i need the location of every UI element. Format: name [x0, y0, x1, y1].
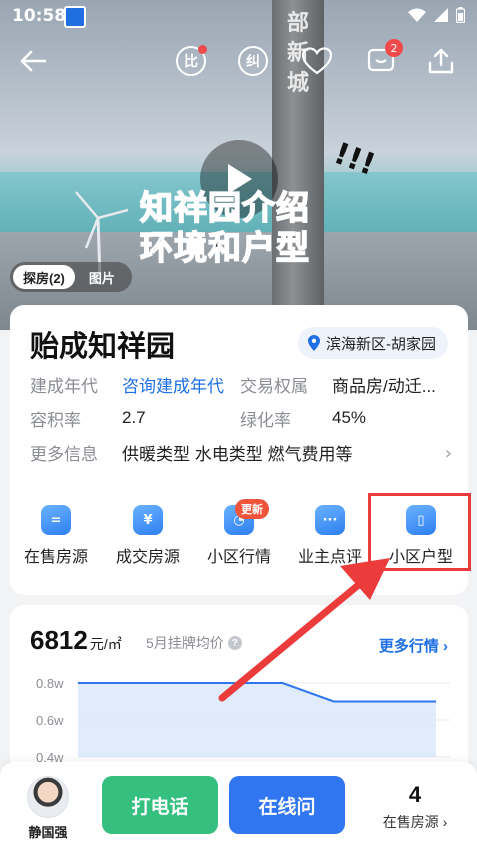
prop-value-ownership: 商品房/动迁...	[332, 376, 436, 396]
cellular-signal-icon	[434, 8, 448, 22]
estate-name: 贻成知祥园	[30, 331, 176, 363]
page: 部新城 !!! 知祥园介绍 环境和户型 探房(2) 图片 10:58 比 纠 2…	[0, 0, 477, 849]
more-market-label: 更多行情	[378, 638, 439, 655]
media-tabs: 探房(2) 图片	[10, 262, 132, 292]
top-nav: 比 纠 2	[0, 39, 477, 84]
price-unit: 元/㎡	[89, 636, 122, 652]
price-main: 6812 元/㎡	[30, 625, 122, 656]
video-title: 知祥园介绍 环境和户型	[139, 187, 340, 268]
feature-label: 业主点评	[297, 549, 362, 566]
location-chip[interactable]: 滨海新区-胡家园	[298, 327, 448, 359]
feature-label: 小区行情	[206, 549, 271, 566]
share-button[interactable]	[422, 42, 460, 80]
agent-name: 静国强	[28, 825, 68, 840]
status-time: 10:58	[12, 6, 67, 26]
price-value: 6812	[30, 625, 88, 655]
feature-label: 成交房源	[115, 549, 180, 566]
share-icon	[428, 48, 454, 74]
chevron-right-icon: ›	[443, 638, 448, 655]
location-text: 滨海新区-胡家园	[326, 335, 436, 353]
more-market-link[interactable]: 更多行情 ›	[379, 635, 448, 656]
prop-value-plot-ratio: 2.7	[122, 408, 146, 427]
prop-label-green-ratio: 绿化率	[240, 410, 291, 430]
message-button[interactable]: 2	[362, 39, 403, 80]
feature-reviews[interactable]: ··· 业主点评	[284, 505, 376, 567]
agent-profile[interactable]: 静国强	[18, 776, 78, 841]
heart-icon	[302, 47, 332, 75]
wifi-icon	[408, 8, 426, 22]
on-sale-label-text: 在售房源	[382, 814, 439, 830]
message-badge: 2	[385, 39, 403, 57]
on-sale-count[interactable]: 4 在售房源 ›	[372, 782, 458, 832]
back-arrow-icon	[20, 50, 46, 72]
feature-on-sale[interactable]: = 在售房源	[10, 505, 102, 567]
video-title-line2: 环境和户型	[139, 227, 310, 268]
prop-label-year: 建成年代	[30, 376, 98, 396]
feature-label: 在售房源	[23, 549, 88, 566]
tab-tour[interactable]: 探房(2)	[13, 265, 75, 289]
chevron-right-icon: ›	[442, 814, 448, 830]
listing-icon: =	[41, 505, 71, 535]
chart-area	[78, 683, 436, 757]
prop-row-ratio: 容积率 2.7 绿化率 45%	[30, 405, 366, 431]
house-app-icon	[64, 6, 86, 28]
y-tick-label: 0.6w	[36, 713, 64, 728]
avatar	[27, 776, 69, 818]
prop-label-more: 更多信息	[30, 444, 98, 464]
deal-icon: ¥	[133, 505, 163, 535]
video-title-line1: 知祥园介绍	[139, 187, 310, 228]
price-chart: 0.8w0.6w0.4w	[36, 676, 450, 765]
location-pin-icon	[308, 335, 320, 351]
feature-market[interactable]: ◔ 更新 小区行情	[193, 499, 285, 567]
feature-deals[interactable]: ¥ 成交房源	[102, 505, 194, 567]
prop-value-more: 供暖类型 水电类型 燃气费用等	[122, 444, 353, 464]
battery-icon	[456, 7, 465, 23]
prop-label-plot-ratio: 容积率	[30, 410, 81, 430]
online-ask-button[interactable]: 在线问	[229, 776, 345, 834]
call-button[interactable]: 打电话	[102, 776, 218, 834]
correct-icon: 纠	[238, 46, 268, 76]
price-desc-text: 5月挂牌均价	[146, 635, 224, 651]
prop-label-ownership: 交易权属	[240, 376, 308, 396]
price-description: 5月挂牌均价 ?	[146, 633, 242, 653]
y-tick-label: 0.8w	[36, 676, 64, 691]
compare-button[interactable]: 比	[172, 42, 210, 80]
bottom-bar: 静国强 打电话 在线问 4 在售房源 ›	[0, 762, 477, 849]
chevron-right-icon[interactable]: ›	[445, 443, 452, 464]
on-sale-number: 4	[408, 782, 422, 807]
new-tag: 更新	[235, 499, 269, 519]
prop-value-green-ratio: 45%	[332, 408, 367, 427]
status-icons	[408, 7, 465, 23]
on-sale-label: 在售房源 ›	[372, 812, 458, 832]
review-icon: ···	[315, 505, 345, 535]
tab-photos[interactable]: 图片	[75, 265, 129, 289]
status-bar: 10:58	[0, 0, 477, 34]
prop-value-year[interactable]: 咨询建成年代	[122, 372, 240, 397]
prop-row-year: 建成年代 咨询建成年代 交易权属 商品房/动迁...	[30, 371, 436, 397]
highlight-box	[368, 493, 471, 571]
favorite-button[interactable]	[298, 42, 336, 80]
back-button[interactable]	[14, 42, 52, 80]
correct-button[interactable]: 纠	[234, 42, 272, 80]
compare-dot	[198, 45, 207, 54]
prop-row-more[interactable]: 更多信息 供暖类型 水电类型 燃气费用等	[30, 439, 450, 465]
help-icon[interactable]: ?	[227, 636, 242, 650]
